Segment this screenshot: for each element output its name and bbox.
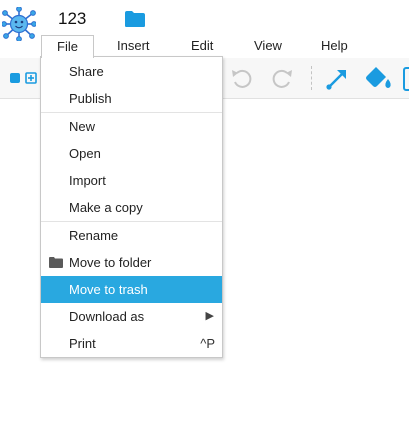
menu-item-download-as[interactable]: Download as ▶ xyxy=(41,303,222,330)
submenu-arrow-icon: ▶ xyxy=(205,310,214,322)
menubar: File Insert Edit View Help xyxy=(0,35,409,58)
menu-help[interactable]: Help xyxy=(321,35,348,57)
connector-arrow-icon[interactable] xyxy=(325,67,349,91)
folder-icon xyxy=(49,257,63,268)
shape-square-icon[interactable] xyxy=(9,72,21,84)
undo-icon[interactable] xyxy=(229,66,255,92)
folder-icon[interactable] xyxy=(124,10,146,28)
menu-item-print[interactable]: Print ^P xyxy=(41,330,222,357)
document-title[interactable]: 123 xyxy=(58,9,86,29)
menu-item-import[interactable]: Import xyxy=(41,167,222,194)
menu-item-move-to-trash[interactable]: Move to trash xyxy=(41,276,222,303)
menu-insert[interactable]: Insert xyxy=(117,35,150,57)
menu-item-open[interactable]: Open xyxy=(41,140,222,167)
fill-bucket-icon[interactable] xyxy=(364,65,394,91)
toolbar-separator xyxy=(311,66,312,90)
print-shortcut: ^P xyxy=(200,336,215,351)
menu-item-make-a-copy[interactable]: Make a copy xyxy=(41,194,222,221)
add-shape-icon[interactable] xyxy=(25,72,37,84)
menu-item-publish[interactable]: Publish xyxy=(41,85,222,112)
menu-item-share[interactable]: Share xyxy=(41,58,222,85)
menu-view[interactable]: View xyxy=(254,35,282,57)
menu-file[interactable]: File xyxy=(41,35,94,58)
menu-edit[interactable]: Edit xyxy=(191,35,213,57)
frame-icon[interactable] xyxy=(402,66,409,92)
menu-item-new[interactable]: New xyxy=(41,112,222,140)
menu-item-rename[interactable]: Rename xyxy=(41,221,222,249)
redo-icon[interactable] xyxy=(269,66,295,92)
file-menu-dropdown: Share Publish New Open Import Make a cop… xyxy=(40,56,223,358)
menu-item-move-to-folder[interactable]: Move to folder xyxy=(41,249,222,276)
